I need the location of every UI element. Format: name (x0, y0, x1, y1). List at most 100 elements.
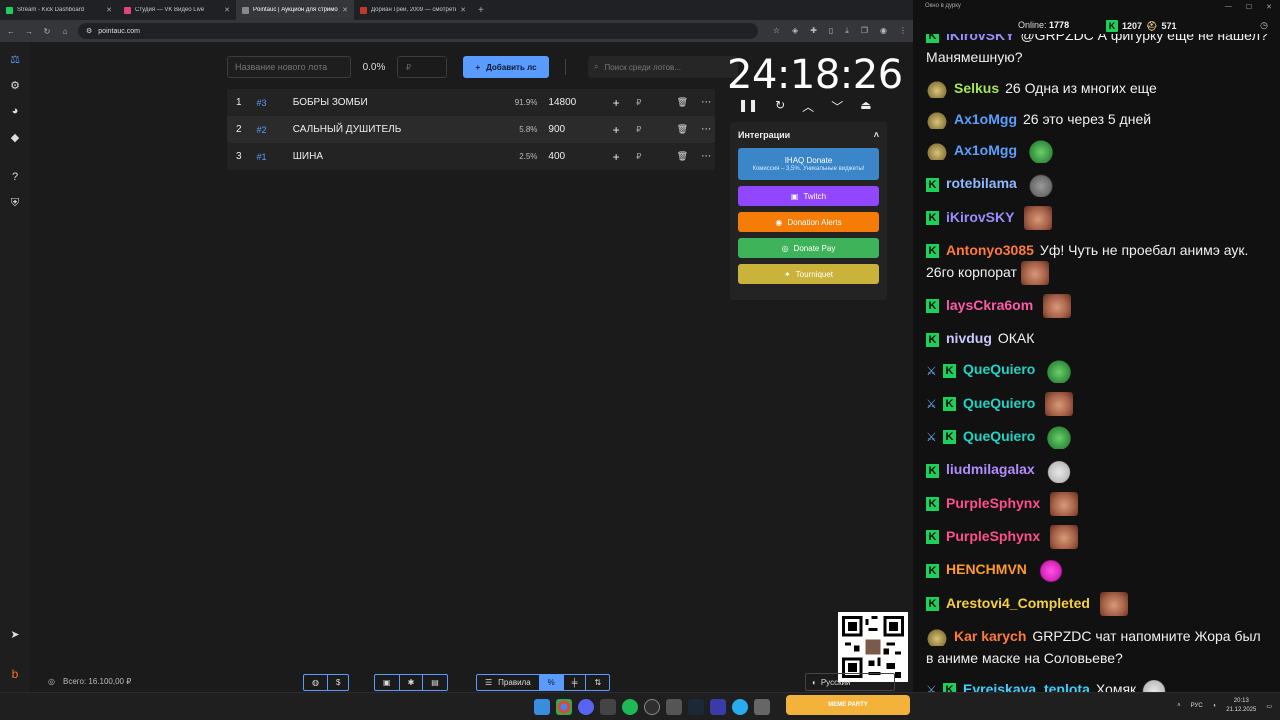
wheel-icon[interactable]: ◕ (8, 104, 22, 118)
forward-icon[interactable]: → (24, 27, 34, 36)
reset-icon[interactable]: ↻ (775, 98, 785, 115)
integration-button[interactable]: ◉ Donation Alerts (738, 212, 879, 232)
app-icon[interactable] (666, 699, 682, 715)
input-language[interactable]: РУС (1191, 703, 1203, 709)
extension-icon[interactable]: ◈ (792, 26, 798, 36)
steam-icon[interactable] (688, 699, 704, 715)
chat-username[interactable]: rotebilama (946, 175, 1017, 191)
spotify-icon[interactable] (622, 699, 638, 715)
chat-username[interactable]: nivdug (946, 330, 992, 346)
boosty-icon[interactable]: b (12, 667, 19, 681)
eye-off-icon[interactable]: ◎ (48, 677, 55, 686)
save-icon[interactable]: ▣ (375, 675, 400, 690)
chat-username[interactable]: Selkus (954, 80, 999, 96)
telegram-icon[interactable]: ➤ (10, 628, 19, 641)
lot-name[interactable]: САЛЬНЫЙ ДУШИТЕЛЬ (293, 124, 479, 135)
chat-username[interactable]: QueQuiero (963, 361, 1035, 377)
close-icon[interactable]: ✕ (1266, 3, 1272, 11)
profile-icon[interactable]: ◉ (880, 26, 887, 36)
lot-amount[interactable]: 900 (548, 124, 597, 135)
close-tab-icon[interactable]: ✕ (342, 6, 348, 14)
chat-username[interactable]: Arestovi4_Completed (946, 595, 1090, 611)
chevron-up-icon[interactable]: ︿ (802, 98, 814, 115)
lot-currency[interactable]: ₽ (630, 152, 648, 161)
clock-icon[interactable]: ◷ (1260, 20, 1268, 31)
obs-icon[interactable] (644, 699, 660, 715)
trash-icon[interactable]: 🗑 (677, 97, 691, 108)
close-tab-icon[interactable]: ✕ (224, 6, 230, 14)
volume-icon[interactable]: ◖ (1213, 703, 1217, 709)
layers-icon[interactable]: ◆ (8, 130, 22, 144)
app-icon[interactable] (754, 699, 770, 715)
reload-icon[interactable]: ↻ (42, 27, 52, 36)
eject-icon[interactable]: ⏏ (860, 98, 871, 115)
chat-username[interactable]: PurpleSphynx (946, 495, 1040, 511)
browser-tab[interactable]: Студия — VK Видео Live ✕ (118, 0, 236, 20)
integration-button[interactable]: ▣ Twitch (738, 186, 879, 206)
ihaq-donate-button[interactable]: IHAQ Donate Комиссия – 3,5%. Уникальные … (738, 148, 879, 180)
chat-username[interactable]: liudmilagalax (946, 461, 1035, 477)
add-amount-icon[interactable]: + (607, 96, 625, 110)
lot-tag[interactable]: #2 (257, 125, 293, 135)
pause-icon[interactable]: ❚❚ (738, 98, 758, 115)
bug-icon[interactable]: ✱ (400, 675, 424, 690)
add-amount-icon[interactable]: + (607, 123, 625, 137)
browser-tab[interactable]: Stream - Kick Dashboard ✕ (0, 0, 118, 20)
chevron-up-icon[interactable]: ˄ (874, 130, 879, 140)
chat-username[interactable]: iKirovSKY (946, 209, 1014, 225)
chat-username[interactable]: Ax1oMgg (954, 142, 1017, 158)
browser-tab[interactable]: Дориан Грей, 2009 — смотреть... ✕ (354, 0, 472, 20)
chrome-icon[interactable] (556, 699, 572, 715)
puzzle-icon[interactable]: ✚ (810, 26, 817, 36)
lot-amount[interactable]: 400 (548, 151, 597, 162)
lot-currency[interactable]: ₽ (630, 98, 648, 107)
chat-username[interactable]: HENCHMVN (946, 561, 1027, 577)
site-info-icon[interactable]: ⚙ (86, 27, 92, 35)
chat-username[interactable]: QueQuiero (963, 428, 1035, 444)
close-tab-icon[interactable]: ✕ (460, 6, 466, 14)
chat-username[interactable]: laysCkra6om (946, 297, 1033, 313)
copy-icon[interactable]: ❐ (861, 26, 868, 36)
integration-button[interactable]: ◎ Donate Pay (738, 238, 879, 258)
split-icon[interactable]: ╪ (564, 675, 587, 690)
discord-icon[interactable] (578, 699, 594, 715)
amount-input[interactable]: ₽ (397, 56, 447, 78)
chat-username[interactable]: Evreiskaya_teplota (963, 681, 1090, 692)
browser-tab[interactable]: Pointauc | Аукцион для стримо... ✕ (236, 0, 354, 20)
auction-icon[interactable]: ⚖ (8, 52, 22, 66)
lot-name[interactable]: БОБРЫ ЗОМБИ (293, 97, 479, 108)
lot-name[interactable]: ШИНА (293, 151, 479, 162)
more-icon[interactable]: ⋯ (701, 97, 715, 108)
player-icon[interactable] (710, 699, 726, 715)
dollar-icon[interactable]: $ (328, 675, 348, 690)
maximize-icon[interactable]: ☐ (1246, 3, 1252, 11)
integration-button[interactable]: ✦ Tourniquet (738, 264, 879, 284)
add-amount-icon[interactable]: + (607, 150, 625, 164)
rules-button[interactable]: ☰ Правила (477, 675, 540, 690)
star-icon[interactable]: ☆ (773, 26, 780, 36)
chat-username[interactable]: iKirovSKY (946, 34, 1014, 43)
lot-amount[interactable]: 14800 (548, 97, 597, 108)
new-lot-input[interactable]: Название нового лота (227, 56, 351, 78)
lot-currency[interactable]: ₽ (630, 125, 648, 134)
telegram-icon[interactable] (732, 699, 748, 715)
menu-icon[interactable]: ⋮ (899, 26, 907, 36)
add-lot-button[interactable]: + Добавить лс (463, 56, 549, 78)
chevron-up-icon[interactable]: ˄ (1177, 703, 1181, 709)
github-icon[interactable]: ◍ (304, 675, 328, 690)
lot-row[interactable]: 1 #3 БОБРЫ ЗОМБИ 91.9% 14800 + ₽ 🗑 ⋯ (227, 89, 715, 116)
help-icon[interactable]: ? (8, 170, 22, 184)
trash-icon[interactable]: 🗑 (677, 124, 691, 135)
lot-row[interactable]: 2 #2 САЛЬНЫЙ ДУШИТЕЛЬ 5.8% 900 + ₽ 🗑 ⋯ (227, 116, 715, 143)
sort-icon[interactable]: ⇅ (586, 675, 609, 690)
chevron-down-icon[interactable]: ﹀ (831, 98, 843, 115)
chat-username[interactable]: Kar karych (954, 628, 1026, 644)
lot-row[interactable]: 3 #1 ШИНА 2.5% 400 + ₽ 🗑 ⋯ (227, 143, 715, 170)
chat-username[interactable]: PurpleSphynx (946, 528, 1040, 544)
taskbar-clock[interactable]: 20:13 21.12.2025 (1226, 697, 1256, 715)
chat-username[interactable]: Ax1oMgg (954, 111, 1017, 127)
back-icon[interactable]: ← (6, 27, 16, 36)
more-icon[interactable]: ⋯ (701, 151, 715, 162)
chat-username[interactable]: QueQuiero (963, 395, 1035, 411)
archive-icon[interactable]: ▤ (423, 675, 447, 690)
